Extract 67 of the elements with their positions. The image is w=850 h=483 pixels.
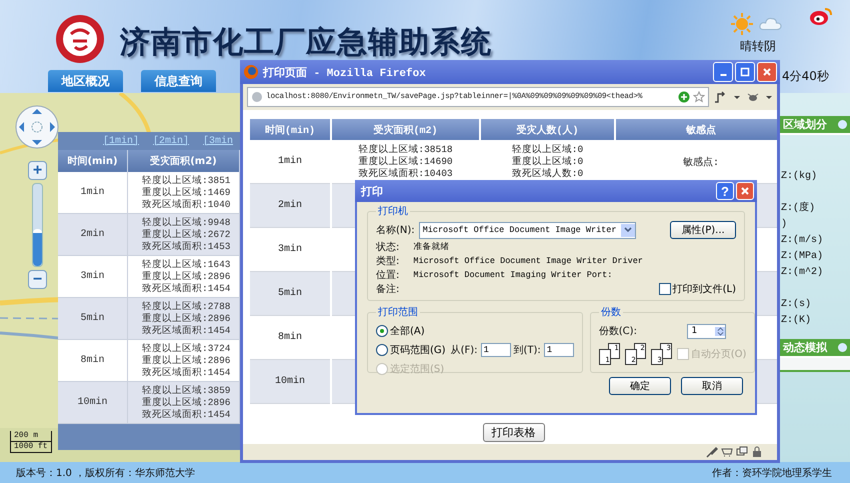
- table-cell: 3min: [58, 256, 128, 298]
- field-label: 名称(N):: [376, 224, 415, 237]
- parameter-unit: Z:(kg): [781, 170, 818, 184]
- table-cell: 10min: [58, 382, 128, 424]
- parameter-unit: Z:(m^2): [781, 266, 824, 280]
- print-to-file-checkbox[interactable]: 打印到文件(L): [658, 282, 736, 296]
- field-label: 份数(C):: [598, 325, 637, 338]
- nav-tab[interactable]: 信息查询: [141, 70, 216, 92]
- range-radio[interactable]: 全部(A): [376, 324, 425, 338]
- version-text: 版本号：1.0 ，版权所有：华东师范大学: [16, 466, 196, 480]
- help-button[interactable]: ?: [716, 182, 734, 200]
- to-page-field[interactable]: 1: [544, 342, 574, 356]
- column-header: 受灾人数(人): [481, 119, 614, 140]
- table-cell: 10min: [250, 360, 330, 404]
- table-cell: 2min: [250, 184, 330, 228]
- field-value: 准备就绪: [413, 241, 450, 253]
- copies-spinner[interactable]: 1: [687, 324, 726, 338]
- parameter-unit: Z:(MPa): [781, 250, 824, 264]
- field-value: Microsoft Document Imaging Writer Port:: [413, 270, 612, 280]
- table-cell: 2min: [58, 214, 128, 256]
- column-header: 时间(min): [250, 119, 330, 140]
- group-label: 打印范围: [377, 306, 419, 319]
- group-label: 打印机: [377, 204, 409, 218]
- author-text: 作者：资环学院地理系学生: [712, 466, 832, 480]
- parameter-unit: Z:(m/s): [781, 234, 824, 248]
- field-label: 位置:: [376, 268, 400, 282]
- table-cell: 轻度以上区域:3859 重度以上区域:2896 致死区域面积:1454: [128, 382, 240, 424]
- print-table-button[interactable]: 打印表格: [482, 423, 544, 442]
- range-radio[interactable]: 页码范围(G): [376, 342, 446, 356]
- table-cell: 轻度以上区域:9948 重度以上区域:2672 致死区域面积:1453: [128, 214, 240, 256]
- dialog-button[interactable]: 确定: [609, 377, 671, 395]
- zoom-in-button[interactable]: +: [28, 161, 47, 180]
- weather-text: 晴转阴: [740, 38, 776, 55]
- dialog-button[interactable]: 取消: [681, 377, 743, 395]
- column-header: 敏感点: [616, 119, 777, 140]
- parameter-unit: ): [781, 218, 788, 232]
- table-cell: 5min: [250, 272, 330, 316]
- field-value: Microsoft Office Document Image Writer Driver: [413, 256, 643, 266]
- column-header: 时间(min): [58, 150, 128, 172]
- scale-bar: 200 m 1000 ft: [10, 431, 52, 453]
- from-page-field[interactable]: 1: [480, 342, 510, 356]
- field-label: 备注:: [376, 282, 400, 296]
- table-cell: 8min: [58, 340, 128, 382]
- dialog-title: 打印: [361, 184, 384, 198]
- parameter-unit: Z:(s): [781, 298, 812, 312]
- table-cell: 轻度以上区域:3724 重度以上区域:2896 致死区域面积:1454: [128, 340, 240, 382]
- zoom-out-button[interactable]: −: [28, 270, 47, 289]
- table-cell: 轻度以上区域:1643 重度以上区域:2896 致死区域面积:1454: [128, 256, 240, 298]
- nav-tab[interactable]: 地区概况: [48, 70, 123, 92]
- parameter-unit: Z:(K): [781, 314, 812, 328]
- group-label: 份数: [600, 306, 622, 319]
- column-header: 受灾面积(m2): [128, 150, 240, 172]
- field-label: 从(F):: [450, 344, 478, 356]
- table-cell: 1min: [58, 172, 128, 214]
- column-header: 受灾面积(m2): [332, 119, 479, 140]
- field-label: 状态:: [376, 240, 400, 254]
- table-cell: 5min: [58, 298, 128, 340]
- properties-button[interactable]: 属性(P)...: [670, 221, 736, 239]
- table-cell: 轻度以上区域:2788 重度以上区域:2896 致死区域面积:1454: [128, 298, 240, 340]
- printer-dropdown[interactable]: Microsoft Office Document Image Writer: [418, 222, 636, 238]
- clock-text: 4分40秒: [782, 68, 829, 85]
- parameter-unit: Z:(度): [781, 201, 816, 216]
- window-title: 打印页面 - Mozilla Firefox: [263, 66, 427, 80]
- table-cell: 轻度以上区域:3851 重度以上区域:1469 致死区域面积:1040: [128, 172, 240, 214]
- app-title: 济南市化工厂应急辅助系统: [120, 24, 492, 62]
- field-label: 到(T):: [514, 344, 541, 356]
- field-label: 类型:: [376, 254, 400, 268]
